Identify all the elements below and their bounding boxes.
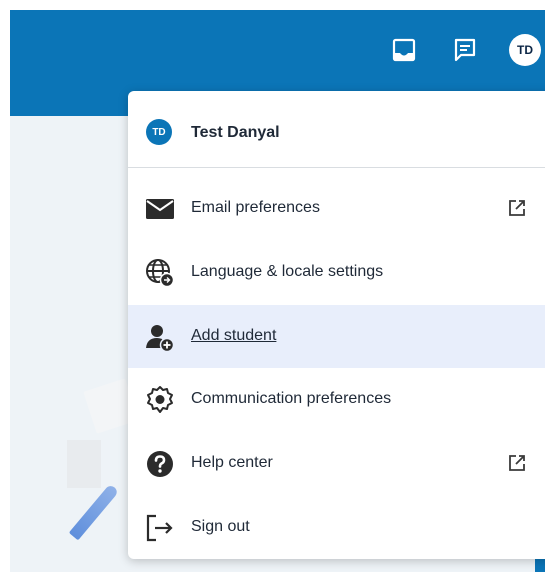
menu-item-communication-preferences[interactable]: Communication preferences [128,368,545,431]
menu-user-header: TD Test Danyal [128,91,545,168]
menu-item-sign-out[interactable]: Sign out [128,496,545,559]
menu-item-label: Language & locale settings [191,263,384,280]
globe-icon [144,257,176,289]
menu-item-label: Help center [191,454,273,471]
mail-icon [144,193,176,225]
background-illustration-pen [68,483,120,541]
menu-item-language-locale[interactable]: Language & locale settings [128,241,545,304]
message-icon[interactable] [450,35,480,65]
menu-item-help-center[interactable]: Help center [128,432,545,495]
background-illustration-document [67,440,101,488]
account-menu: TD Test Danyal Email preferences Languag… [128,91,545,559]
inbox-icon[interactable] [389,35,419,65]
menu-item-label: Communication preferences [191,390,392,407]
menu-item-label: Email preferences [191,199,320,216]
page-frame: TD TD Test Danyal Email preferences Lang… [10,10,545,572]
menu-item-label: Add student [191,327,277,344]
menu-item-add-student[interactable]: Add student [128,305,545,368]
user-avatar-button[interactable]: TD [509,34,541,66]
sign-out-icon [144,512,176,544]
menu-item-label: Sign out [191,518,250,535]
avatar: TD [146,119,172,145]
help-icon [144,448,176,480]
avatar-initials: TD [152,126,166,138]
external-link-icon [506,452,528,474]
avatar-initials: TD [517,43,533,57]
menu-item-email-preferences[interactable]: Email preferences [128,177,545,240]
external-link-icon [506,197,528,219]
add-user-icon [144,321,176,353]
gear-icon [144,384,176,416]
user-name: Test Danyal [191,124,280,141]
